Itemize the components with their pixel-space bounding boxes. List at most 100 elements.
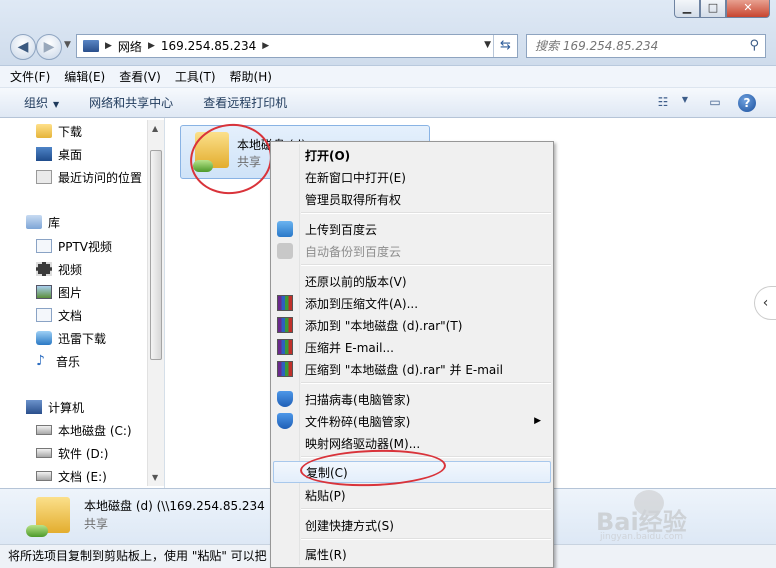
menu-item-restore-versions[interactable]: 还原以前的版本(V) xyxy=(273,270,551,292)
sidebar-item-label: 计算机 xyxy=(48,400,85,415)
view-options-icon[interactable]: ☷ xyxy=(654,95,672,111)
view-controls: ☷ ▼ ▭ ? xyxy=(642,94,756,112)
back-button[interactable]: ◀ xyxy=(10,34,36,60)
scroll-down-icon[interactable]: ▼ xyxy=(152,473,158,482)
scroll-up-icon[interactable]: ▲ xyxy=(152,124,158,133)
music-icon: ♪ xyxy=(36,353,45,369)
baidu-watermark: Bai经验 jingyan.baidu.com xyxy=(596,488,746,544)
menu-item-properties[interactable]: 属性(R) xyxy=(273,543,551,565)
sidebar-item-desktop[interactable]: 桌面 xyxy=(36,144,82,164)
menu-bar: 文件(F) 编辑(E) 查看(V) 工具(T) 帮助(H) xyxy=(0,66,776,88)
search-icon[interactable]: ⚲ xyxy=(749,38,759,53)
menu-item-label: 打开(O) xyxy=(305,148,351,163)
search-box[interactable]: ⚲ xyxy=(526,34,766,58)
menu-item-label: 在新窗口中打开(E) xyxy=(305,170,406,185)
search-input[interactable] xyxy=(527,35,737,57)
chevron-right-icon[interactable]: ▶ xyxy=(262,41,269,51)
sidebar-item-drive-e[interactable]: 文档 (E:) xyxy=(36,466,107,486)
submenu-arrow-icon: ▶ xyxy=(534,416,541,426)
menu-item-open-new-window[interactable]: 在新窗口中打开(E) xyxy=(273,166,551,188)
menu-item-take-ownership[interactable]: 管理员取得所有权 xyxy=(273,188,551,210)
expand-arrow-button[interactable]: ‹ xyxy=(754,286,776,320)
sidebar-item-label: 音乐 xyxy=(56,354,81,369)
download-icon xyxy=(36,331,52,345)
refresh-button[interactable]: ⇆ xyxy=(493,35,517,57)
menu-item-open[interactable]: 打开(O) xyxy=(273,144,551,166)
sidebar-item-label: 迅雷下载 xyxy=(58,331,107,346)
sidebar-item-recent[interactable]: 最近访问的位置 xyxy=(36,167,142,187)
minimize-button[interactable]: ▁ xyxy=(674,0,700,18)
winrar-icon xyxy=(277,339,293,355)
menu-item-label: 粘贴(P) xyxy=(305,488,346,503)
breadcrumb-host[interactable]: 169.254.85.234 xyxy=(161,39,256,53)
preview-pane-icon[interactable]: ▭ xyxy=(706,95,724,111)
sidebar-item-libraries[interactable]: 库 xyxy=(26,212,60,232)
scrollbar-thumb[interactable] xyxy=(150,150,162,360)
menu-view[interactable]: 查看(V) xyxy=(119,68,161,85)
menu-item-label: 创建快捷方式(S) xyxy=(305,518,394,533)
menu-item-compress-email[interactable]: 压缩并 E-mail... xyxy=(273,336,551,358)
remote-printers-button[interactable]: 查看远程打印机 xyxy=(203,94,287,111)
sidebar-item-label: 视频 xyxy=(58,262,83,277)
address-dropdown-icon[interactable]: ▼ xyxy=(484,40,491,50)
help-icon[interactable]: ? xyxy=(738,94,756,112)
computer-icon xyxy=(26,400,42,414)
sidebar-item-label: PPTV视频 xyxy=(58,239,113,254)
menu-item-scan-virus[interactable]: 扫描病毒(电脑管家) xyxy=(273,388,551,410)
sidebar-item-xunlei[interactable]: 迅雷下载 xyxy=(36,328,106,348)
maximize-button[interactable]: □ xyxy=(700,0,726,18)
menu-tools[interactable]: 工具(T) xyxy=(175,68,216,85)
close-button[interactable]: ✕ xyxy=(726,0,770,18)
menu-item-upload-baidu[interactable]: 上传到百度云 xyxy=(273,218,551,240)
chevron-right-icon[interactable]: ▶ xyxy=(105,41,112,51)
network-icon xyxy=(83,40,99,52)
sidebar-item-pptv[interactable]: PPTV视频 xyxy=(36,236,112,256)
menu-help[interactable]: 帮助(H) xyxy=(230,68,272,85)
sidebar-item-computer[interactable]: 计算机 xyxy=(26,397,84,417)
library-icon xyxy=(26,215,42,229)
document-icon xyxy=(36,308,52,322)
sidebar-item-drive-d[interactable]: 软件 (D:) xyxy=(36,443,108,463)
menu-file[interactable]: 文件(F) xyxy=(10,68,50,85)
baidu-cloud-icon xyxy=(277,221,293,237)
drive-icon xyxy=(36,448,52,458)
watermark-url: jingyan.baidu.com xyxy=(600,532,684,542)
sidebar-item-label: 库 xyxy=(48,215,61,230)
chevron-right-icon[interactable]: ▶ xyxy=(148,41,155,51)
menu-item-paste[interactable]: 粘贴(P) xyxy=(273,484,551,506)
sidebar-scrollbar[interactable]: ▲ ▼ xyxy=(147,120,164,486)
view-dropdown-icon[interactable]: ▼ xyxy=(676,95,694,111)
share-icon xyxy=(26,525,48,537)
address-bar[interactable]: ▶ 网络 ▶ 169.254.85.234 ▶ ▼ ⇆ xyxy=(76,34,518,58)
drive-icon xyxy=(36,425,52,435)
sidebar-item-drive-c[interactable]: 本地磁盘 (C:) xyxy=(36,420,132,440)
menu-item-compress-rar-email[interactable]: 压缩到 "本地磁盘 (d).rar" 并 E-mail xyxy=(273,358,551,380)
menu-item-add-archive[interactable]: 添加到压缩文件(A)... xyxy=(273,292,551,314)
menu-item-label: 压缩到 "本地磁盘 (d).rar" 并 E-mail xyxy=(305,362,503,377)
sidebar-item-label: 最近访问的位置 xyxy=(58,170,143,185)
sidebar-item-downloads[interactable]: 下载 xyxy=(36,121,82,141)
command-bar: 组织 ▼ 网络和共享中心 查看远程打印机 ☷ ▼ ▭ ? xyxy=(0,88,776,118)
menu-edit[interactable]: 编辑(E) xyxy=(64,68,105,85)
arrow-left-icon: ◀ xyxy=(17,39,29,55)
sidebar-item-documents[interactable]: 文档 xyxy=(36,305,82,325)
organize-label: 组织 xyxy=(24,96,49,110)
sidebar-item-videos[interactable]: 视频 xyxy=(36,259,82,279)
forward-button[interactable]: ▶ xyxy=(36,34,62,60)
menu-separator xyxy=(301,212,551,214)
sidebar-item-label: 桌面 xyxy=(58,147,83,162)
menu-item-create-shortcut[interactable]: 创建快捷方式(S) xyxy=(273,514,551,536)
menu-item-shred-file[interactable]: 文件粉碎(电脑管家) ▶ xyxy=(273,410,551,432)
recent-pages-dropdown[interactable]: ▼ xyxy=(64,40,71,50)
network-center-button[interactable]: 网络和共享中心 xyxy=(89,94,173,111)
organize-button[interactable]: 组织 ▼ xyxy=(24,94,59,111)
sidebar-item-pictures[interactable]: 图片 xyxy=(36,282,82,302)
navigation-pane: 下载 桌面 最近访问的位置 库 PPTV视频 视频 图片 文档 迅雷下载 ♪ 音乐… xyxy=(0,118,165,488)
menu-separator xyxy=(301,508,551,510)
sidebar-item-music[interactable]: ♪ 音乐 xyxy=(36,351,80,371)
sidebar-item-label: 软件 (D:) xyxy=(58,446,109,461)
sidebar-item-label: 下载 xyxy=(58,124,83,139)
breadcrumb-network[interactable]: 网络 xyxy=(118,38,142,55)
desktop-icon xyxy=(36,147,52,161)
menu-item-add-rar[interactable]: 添加到 "本地磁盘 (d).rar"(T) xyxy=(273,314,551,336)
